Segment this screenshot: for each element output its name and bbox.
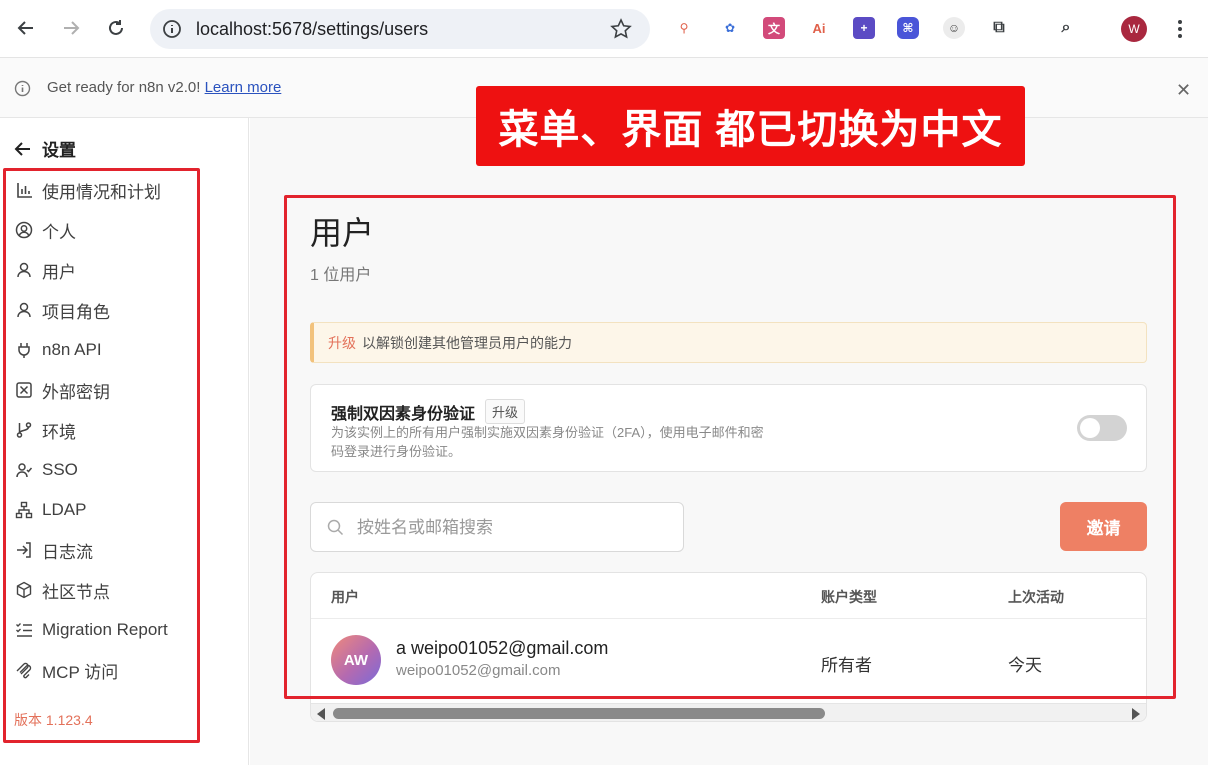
- octopus-extension-icon[interactable]: ✿: [719, 17, 741, 39]
- back-arrow-icon[interactable]: [14, 16, 38, 40]
- banner-message: Get ready for n8n v2.0!: [47, 79, 201, 96]
- scroll-thumb[interactable]: [333, 708, 825, 719]
- scroll-left-icon[interactable]: [317, 708, 325, 720]
- puzzle-extensions-icon[interactable]: ⧉: [988, 17, 1010, 39]
- tab-search-icon[interactable]: ⌕: [1055, 17, 1077, 39]
- close-icon[interactable]: ✕: [1176, 80, 1191, 101]
- address-bar[interactable]: localhost:5678/settings/users: [150, 9, 650, 49]
- avatar-extension-icon[interactable]: ☺: [943, 17, 965, 39]
- content-highlight-box: [284, 195, 1176, 699]
- plus-square-extension-icon[interactable]: +: [853, 17, 875, 39]
- scroll-right-icon[interactable]: [1132, 708, 1140, 720]
- grid-extension-icon[interactable]: ⌘: [897, 17, 919, 39]
- browser-menu-icon[interactable]: [1170, 16, 1190, 42]
- reload-icon[interactable]: [104, 16, 128, 40]
- url-text: localhost:5678/settings/users: [196, 19, 429, 39]
- site-info-icon[interactable]: [162, 19, 182, 44]
- ai-extension-icon[interactable]: Ai: [808, 17, 830, 39]
- banner-text: Get ready for n8n v2.0! Learn more: [47, 79, 281, 96]
- settings-title: 设置: [42, 141, 76, 160]
- arrow-left-icon: [14, 141, 30, 156]
- settings-back-button[interactable]: 设置: [14, 136, 76, 161]
- info-icon: [14, 80, 31, 102]
- learn-more-link[interactable]: Learn more: [205, 79, 282, 96]
- forward-arrow-icon[interactable]: [59, 16, 83, 40]
- annotation-callout: 菜单、界面 都已切换为中文: [476, 86, 1025, 166]
- profile-avatar[interactable]: W: [1121, 16, 1147, 42]
- horizontal-scrollbar[interactable]: [311, 703, 1146, 721]
- bookmark-star-icon[interactable]: [610, 18, 632, 45]
- browser-toolbar: localhost:5678/settings/users ⚲ ✿ 文 Ai +…: [0, 0, 1208, 58]
- sidebar-highlight-box: [3, 168, 200, 743]
- translate-extension-icon[interactable]: 文: [763, 17, 785, 39]
- pin-extension-icon[interactable]: ⚲: [673, 17, 695, 39]
